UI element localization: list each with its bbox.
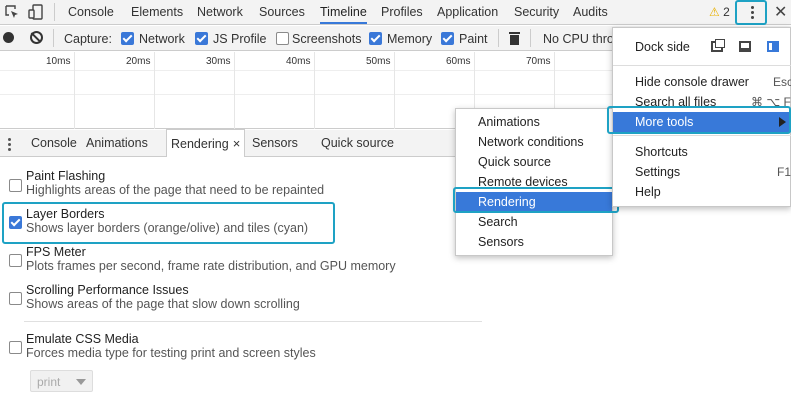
menu-item-sensors[interactable]: Sensors bbox=[456, 232, 612, 252]
warning-counter[interactable]: ⚠ 2 bbox=[709, 5, 730, 19]
trash-icon[interactable] bbox=[509, 32, 520, 45]
chevron-down-icon bbox=[76, 379, 86, 385]
drawer-tab-console[interactable]: Console bbox=[31, 130, 77, 157]
cpu-throttling-select[interactable]: No CPU thro bbox=[543, 32, 614, 46]
warning-icon: ⚠ bbox=[709, 5, 720, 19]
drawer-tab-rendering-label: Rendering bbox=[171, 137, 229, 151]
menu-item-hide-console-drawer[interactable]: Hide console drawer Esc bbox=[613, 72, 791, 92]
drawer-tab-animations[interactable]: Animations bbox=[86, 130, 148, 157]
dock-bottom-icon[interactable] bbox=[739, 41, 751, 52]
menu-item-animations[interactable]: Animations bbox=[456, 112, 612, 132]
memory-checkbox[interactable] bbox=[369, 32, 382, 45]
option-title: Emulate CSS Media bbox=[26, 332, 139, 346]
tab-elements[interactable]: Elements bbox=[131, 0, 183, 24]
option-title: Scrolling Performance Issues bbox=[26, 283, 189, 297]
drawer-tab-quick-source[interactable]: Quick source bbox=[321, 130, 394, 157]
menu-item-quick-source[interactable]: Quick source bbox=[456, 152, 612, 172]
menu-item-label: Settings bbox=[635, 165, 681, 179]
menu-item-label: Hide console drawer bbox=[635, 75, 749, 89]
menu-item-shortcuts[interactable]: Shortcuts bbox=[613, 142, 791, 162]
ruler-tick-label: 40ms bbox=[286, 56, 311, 67]
memory-checkbox-label: Memory bbox=[387, 32, 433, 46]
customize-menu-button[interactable] bbox=[735, 0, 767, 25]
option-description: Highlights areas of the page that need t… bbox=[26, 183, 325, 197]
shortcut-text: Esc bbox=[773, 75, 791, 89]
more-tools-submenu: Animations Network conditions Quick sour… bbox=[455, 108, 613, 256]
option-description: Shows areas of the page that slow down s… bbox=[26, 297, 300, 311]
menu-item-label: Shortcuts bbox=[635, 145, 688, 159]
js-profile-checkbox[interactable] bbox=[195, 32, 208, 45]
drawer-tab-rendering[interactable]: Rendering × bbox=[166, 129, 246, 157]
undock-icon[interactable] bbox=[711, 39, 725, 52]
option-title: FPS Meter bbox=[26, 245, 86, 259]
menu-item-label: Help bbox=[635, 185, 661, 199]
menu-item-network-conditions[interactable]: Network conditions bbox=[456, 132, 612, 152]
tab-network[interactable]: Network bbox=[197, 0, 243, 24]
network-checkbox[interactable] bbox=[121, 32, 134, 45]
paint-flashing-checkbox[interactable] bbox=[9, 179, 22, 192]
close-tab-icon[interactable]: × bbox=[233, 136, 241, 151]
media-type-value: print bbox=[37, 375, 61, 389]
shortcut-text: F1 bbox=[777, 165, 791, 179]
rendering-item-highlight bbox=[453, 187, 619, 213]
dock-right-icon[interactable] bbox=[767, 41, 779, 52]
option-description: Plots frames per second, frame rate dist… bbox=[26, 259, 396, 273]
js-profile-checkbox-label: JS Profile bbox=[213, 32, 267, 46]
ruler-tick-label: 10ms bbox=[46, 56, 71, 67]
scrolling-performance-checkbox[interactable] bbox=[9, 292, 22, 305]
record-button[interactable] bbox=[3, 32, 14, 43]
paint-checkbox-label: Paint bbox=[459, 32, 488, 46]
warning-count: 2 bbox=[723, 5, 730, 19]
option-title: Paint Flashing bbox=[26, 169, 106, 183]
devtools-main-toolbar: Console Elements Network Sources Timelin… bbox=[0, 0, 791, 25]
tab-sources[interactable]: Sources bbox=[259, 0, 305, 24]
tab-timeline[interactable]: Timeline bbox=[320, 0, 367, 24]
ruler-tick-label: 50ms bbox=[366, 56, 391, 67]
menu-item-search[interactable]: Search bbox=[456, 212, 612, 232]
toolbar-divider bbox=[53, 29, 54, 47]
menu-item-settings[interactable]: Settings F1 bbox=[613, 162, 791, 182]
drawer-menu-icon[interactable] bbox=[8, 138, 11, 153]
capture-label: Capture: bbox=[64, 32, 112, 46]
paint-checkbox[interactable] bbox=[441, 32, 454, 45]
tab-profiles[interactable]: Profiles bbox=[381, 0, 423, 24]
media-type-select[interactable]: print bbox=[30, 370, 93, 392]
layer-borders-highlight bbox=[2, 202, 335, 244]
ruler-tick-label: 70ms bbox=[526, 56, 551, 67]
clear-recording-icon[interactable] bbox=[30, 31, 43, 44]
option-description: Forces media type for testing print and … bbox=[26, 346, 316, 360]
tab-console[interactable]: Console bbox=[68, 0, 114, 24]
toolbar-divider bbox=[498, 29, 499, 47]
inspect-element-icon[interactable] bbox=[4, 4, 20, 20]
section-divider bbox=[24, 321, 482, 322]
tab-security[interactable]: Security bbox=[514, 0, 559, 24]
tab-audits[interactable]: Audits bbox=[573, 0, 608, 24]
ruler-tick-label: 20ms bbox=[126, 56, 151, 67]
fps-meter-checkbox[interactable] bbox=[9, 254, 22, 267]
device-mode-icon[interactable] bbox=[28, 4, 44, 20]
emulate-css-media-checkbox[interactable] bbox=[9, 341, 22, 354]
menu-item-help[interactable]: Help bbox=[613, 182, 791, 202]
more-tools-highlight bbox=[607, 106, 791, 134]
ruler-tick-label: 30ms bbox=[206, 56, 231, 67]
drawer-tab-sensors[interactable]: Sensors bbox=[252, 130, 298, 157]
ruler-tick-label: 60ms bbox=[446, 56, 471, 67]
tab-application[interactable]: Application bbox=[437, 0, 498, 24]
screenshots-checkbox-label: Screenshots bbox=[292, 32, 362, 46]
dock-side-label: Dock side bbox=[635, 40, 690, 54]
network-checkbox-label: Network bbox=[139, 32, 185, 46]
screenshots-checkbox[interactable] bbox=[276, 32, 289, 45]
toolbar-divider bbox=[530, 29, 531, 47]
vertical-dots-icon bbox=[751, 6, 754, 20]
close-devtools-icon[interactable]: ✕ bbox=[774, 2, 787, 22]
toolbar-divider bbox=[54, 3, 55, 21]
